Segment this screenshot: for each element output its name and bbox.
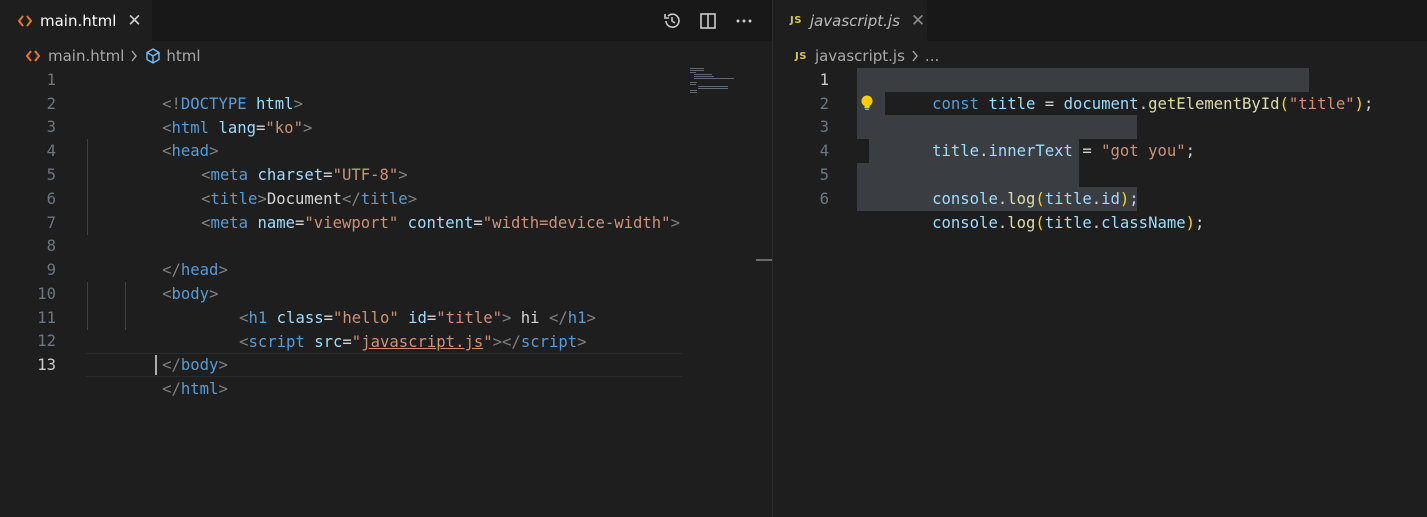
line-number: 9	[46, 261, 56, 279]
editor-group-left: main.html ✕ main.html html 1 2 3 4 5 6 7…	[0, 0, 773, 517]
html-file-icon	[18, 14, 32, 27]
code-line: <script src="javascript.js"></script>	[239, 333, 587, 351]
text-cursor	[155, 355, 157, 375]
breadcrumb-element[interactable]: html	[144, 47, 201, 65]
code-line: <meta charset="UTF-8">	[201, 166, 408, 184]
breadcrumb-more[interactable]: ...	[925, 47, 939, 65]
js-file-icon: JS	[790, 15, 802, 26]
editor-actions	[661, 0, 755, 41]
history-icon[interactable]	[661, 10, 683, 32]
tab-label: main.html	[40, 11, 117, 30]
symbol-class-icon	[146, 48, 161, 64]
breadcrumb: JS javascript.js ...	[795, 45, 939, 67]
code-line: <body>	[162, 285, 219, 303]
line-number: 7	[46, 214, 56, 232]
close-icon[interactable]: ✕	[127, 11, 141, 31]
html-file-icon	[26, 50, 40, 62]
line-number: 5	[46, 166, 56, 184]
js-file-icon: JS	[795, 50, 807, 62]
editor-group-right: JS javascript.js ✕ JS javascript.js ...	[773, 0, 1427, 517]
chevron-right-icon	[130, 50, 138, 62]
tab-main-html[interactable]: main.html ✕	[0, 0, 152, 41]
code-line: title.innerText = "got you";	[932, 142, 1196, 160]
more-actions-icon[interactable]	[733, 10, 755, 32]
file-link[interactable]: javascript.js	[361, 333, 483, 351]
tab-javascript-js[interactable]: JS javascript.js ✕	[773, 0, 927, 41]
tab-label: javascript.js	[809, 11, 900, 30]
split-editor-icon[interactable]	[697, 10, 719, 32]
line-number: 10	[37, 285, 56, 303]
line-number: 12	[37, 332, 56, 350]
code-line: console.log(title.className);	[932, 214, 1205, 232]
line-number: 4	[819, 142, 829, 160]
line-number: 2	[46, 95, 56, 113]
line-number-current: 13	[37, 356, 56, 374]
line-number: 3	[819, 118, 829, 136]
line-number: 8	[46, 237, 56, 255]
scrollbar-thumb[interactable]	[756, 259, 773, 261]
breadcrumb-file[interactable]: JS javascript.js	[795, 47, 905, 65]
chevron-right-icon	[911, 50, 919, 62]
line-number: 5	[819, 166, 829, 184]
code-line: <h1 class="hello" id="title"> hi </h1>	[239, 309, 596, 327]
tab-bar-left: main.html ✕	[0, 0, 773, 41]
breadcrumb: main.html html	[26, 45, 201, 67]
code-line: </head>	[162, 261, 228, 279]
lightbulb-icon[interactable]	[859, 94, 875, 116]
vscode-window: main.html ✕ main.html html 1 2 3 4 5 6 7…	[0, 0, 1427, 517]
code-line: <head>	[162, 142, 219, 160]
code-line: <!DOCTYPE html>	[162, 95, 303, 113]
line-number: 3	[46, 118, 56, 136]
breadcrumb-file[interactable]: main.html	[26, 47, 124, 65]
line-number: 2	[819, 95, 829, 113]
code-line: <html lang="ko">	[162, 119, 313, 137]
line-number: 11	[37, 309, 56, 327]
code-line: console.log(title.id);	[932, 190, 1139, 208]
minimap[interactable]	[688, 66, 758, 106]
line-number: 6	[46, 190, 56, 208]
code-line: </html>	[162, 380, 228, 398]
line-number: 1	[46, 71, 56, 89]
close-icon[interactable]: ✕	[911, 11, 925, 31]
line-number: 4	[46, 142, 56, 160]
line-number: 6	[819, 190, 829, 208]
tab-bar-right: JS javascript.js ✕	[773, 0, 1427, 41]
line-number-current: 1	[819, 71, 829, 89]
code-line: <title>Document</title>	[201, 190, 418, 208]
code-line: </body>	[162, 356, 228, 374]
code-line: <meta name="viewport" content="width=dev…	[201, 214, 680, 232]
code-line: const title = document.getElementById("t…	[932, 95, 1374, 113]
